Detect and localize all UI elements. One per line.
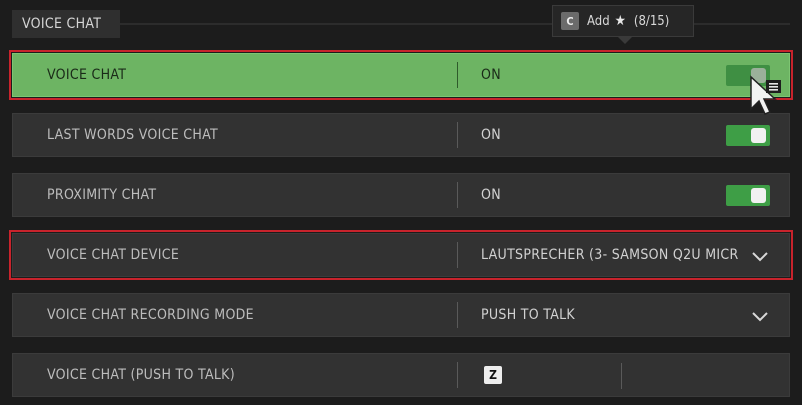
tooltip-add-text: Add (587, 13, 610, 29)
setting-value: LAUTSPRECHER (3- SAMSON Q2U MICR (481, 247, 739, 263)
setting-label: VOICE CHAT (PUSH TO TALK) (47, 367, 235, 383)
keybind-primary[interactable]: Z (484, 366, 502, 384)
key-hint: C (561, 12, 579, 30)
setting-row-voice-chat-push-to-talk[interactable]: VOICE CHAT (PUSH TO TALK) Z (12, 353, 790, 397)
setting-row-proximity-chat[interactable]: PROXIMITY CHAT ON (12, 173, 790, 217)
setting-row-voice-chat-recording-mode[interactable]: VOICE CHAT RECORDING MODE PUSH TO TALK (12, 293, 790, 337)
keybind-divider (621, 363, 622, 389)
setting-value: PUSH TO TALK (481, 307, 575, 323)
proximity-chat-toggle[interactable] (726, 185, 770, 206)
setting-row-last-words-voice-chat[interactable]: LAST WORDS VOICE CHAT ON (12, 113, 790, 157)
setting-label: VOICE CHAT RECORDING MODE (47, 307, 254, 323)
toggle-knob (751, 188, 766, 203)
tooltip-pointer (618, 37, 632, 44)
setting-row-voice-chat[interactable]: VOICE CHAT ON (9, 50, 793, 100)
star-icon: ★ (614, 13, 626, 29)
setting-label: VOICE CHAT DEVICE (47, 247, 180, 263)
section-header: VOICE CHAT (12, 10, 120, 38)
row-divider (457, 362, 458, 388)
toggle-knob (751, 128, 766, 143)
favorite-count: (8/15) (633, 13, 670, 29)
last-words-voice-chat-toggle[interactable] (726, 125, 770, 146)
favorite-tooltip: C Add ★ (8/15) (552, 5, 694, 37)
chevron-down-icon[interactable] (751, 307, 769, 325)
setting-label: PROXIMITY CHAT (47, 187, 157, 203)
chevron-down-icon[interactable] (751, 247, 769, 265)
setting-label: LAST WORDS VOICE CHAT (47, 127, 218, 143)
mouse-cursor-icon (750, 75, 781, 115)
section-title: VOICE CHAT (22, 16, 102, 32)
setting-row-voice-chat-device[interactable]: VOICE CHAT DEVICE LAUTSPRECHER (3- SAMSO… (9, 230, 793, 280)
setting-label: VOICE CHAT (47, 67, 127, 83)
